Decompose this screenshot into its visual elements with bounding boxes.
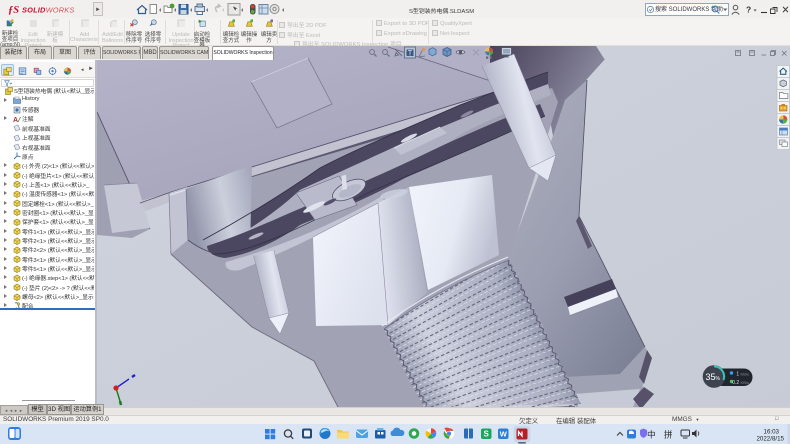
svg-text:S: S	[484, 430, 490, 439]
svg-text:SOLIDWORKS: SOLIDWORKS	[22, 6, 75, 15]
svg-text:ƒS: ƒS	[8, 5, 19, 16]
svg-text:2022/8/15: 2022/8/15	[756, 436, 784, 443]
svg-text:16:03: 16:03	[764, 429, 780, 436]
svg-text:中: 中	[647, 430, 656, 440]
svg-text:?: ?	[746, 4, 751, 14]
svg-text:W: W	[500, 429, 508, 438]
svg-text:拼: 拼	[664, 430, 673, 440]
svg-text:A: A	[13, 117, 18, 123]
